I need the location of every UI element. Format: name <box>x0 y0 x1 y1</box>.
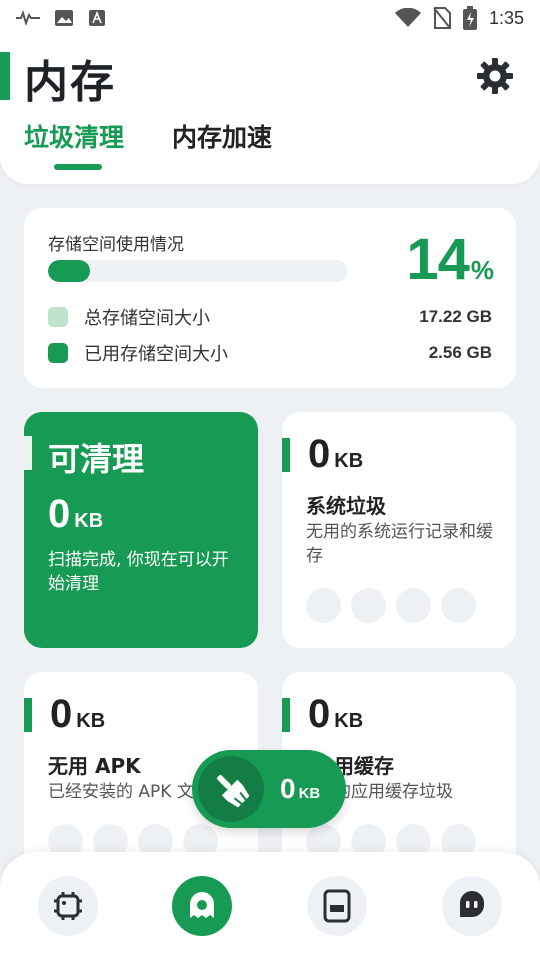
system-junk-description: 无用的系统运行记录和缓存 <box>306 522 493 566</box>
legend-used-label: 已用存储空间大小 <box>84 344 228 365</box>
font-icon <box>89 10 105 26</box>
battery-charging-icon <box>462 6 477 30</box>
clean-button-size-value: 0 <box>280 773 296 804</box>
header: 内存 垃圾清理 内存加速 <box>0 36 540 184</box>
legend-used-swatch <box>48 343 68 363</box>
legend-total-swatch <box>48 307 68 327</box>
nav-chip[interactable] <box>38 876 98 936</box>
nav-clean[interactable] <box>172 876 232 936</box>
legend-total-value: 17.22 GB <box>419 307 492 326</box>
title-accent-bar <box>0 52 10 100</box>
system-junk-size: 0 KB <box>308 432 363 477</box>
status-bar: 1:35 <box>0 0 540 36</box>
system-junk-title: 系统垃圾 <box>306 494 386 518</box>
tab-label: 垃圾清理 <box>24 123 125 152</box>
clean-button-size: 0 KB <box>280 773 320 805</box>
placeholder-circle <box>351 588 386 623</box>
cleanable-card[interactable]: 可清理 0 KB 扫描完成, 你现在可以开始清理 <box>24 412 258 648</box>
bottom-nav <box>0 852 540 960</box>
app-cache-size-unit: KB <box>334 710 364 732</box>
clean-button[interactable]: 0 KB <box>192 750 346 828</box>
image-icon <box>55 10 73 26</box>
nav-storage[interactable] <box>307 876 367 936</box>
broom-icon <box>216 774 250 808</box>
card-accent-bar <box>24 698 32 732</box>
storage-percent-symbol: % <box>470 255 494 285</box>
nav-chat[interactable] <box>442 876 502 936</box>
app-cache-description: 的应用缓存垃圾 <box>334 782 453 802</box>
gear-icon[interactable] <box>475 56 515 96</box>
ghost-icon <box>190 892 214 918</box>
clean-button-size-unit: KB <box>298 785 321 802</box>
storage-progress-fill <box>48 260 90 282</box>
legend-used-value: 2.56 GB <box>428 343 492 362</box>
app-cache-size: 0 KB <box>308 692 363 737</box>
cleanable-accent-bar <box>24 436 32 470</box>
card-accent-bar <box>282 698 290 732</box>
clock: 1:35 <box>488 7 524 28</box>
wifi-icon <box>394 8 421 27</box>
cleanable-description: 扫描完成, 你现在可以开始清理 <box>48 550 229 594</box>
app-cache-size-value: 0 <box>308 692 331 736</box>
tab-indicator <box>54 164 102 170</box>
storage-progress-bar <box>48 260 348 282</box>
clean-button-icon-wrap <box>198 756 264 822</box>
legend-total-label: 总存储空间大小 <box>84 308 210 329</box>
storage-icon <box>323 889 351 923</box>
storage-percent: 14% <box>406 226 494 293</box>
storage-percent-value: 14 <box>406 227 470 292</box>
system-junk-placeholders <box>306 588 476 623</box>
system-junk-card[interactable]: 0 KB 系统垃圾 无用的系统运行记录和缓存 <box>282 412 516 648</box>
useless-apk-size-value: 0 <box>50 692 73 736</box>
system-junk-size-unit: KB <box>334 450 364 472</box>
placeholder-circle <box>396 588 431 623</box>
placeholder-circle <box>306 588 341 623</box>
tab-junk-clean[interactable]: 垃圾清理 <box>24 118 125 170</box>
placeholder-circle <box>441 588 476 623</box>
tab-memory-boost[interactable]: 内存加速 <box>172 118 272 154</box>
useless-apk-title: 无用 APK <box>48 754 141 778</box>
cleanable-size: 0 KB <box>48 492 103 537</box>
useless-apk-size: 0 KB <box>50 692 105 737</box>
storage-usage-card: 存储空间使用情况 14% 总存储空间大小 17.22 GB 已用存储空间大小 2… <box>24 208 516 388</box>
legend-total: 总存储空间大小 17.22 GB <box>48 304 492 330</box>
pulse-icon <box>16 10 40 26</box>
card-accent-bar <box>282 438 290 472</box>
cleanable-size-unit: KB <box>74 510 104 532</box>
tab-bar: 垃圾清理 内存加速 <box>24 118 272 170</box>
no-sim-icon <box>433 7 451 29</box>
system-junk-size-value: 0 <box>308 432 331 476</box>
useless-apk-size-unit: KB <box>76 710 106 732</box>
chat-icon <box>460 891 484 917</box>
cleanable-title: 可清理 <box>48 440 145 478</box>
tab-label: 内存加速 <box>172 123 273 152</box>
cleanable-size-value: 0 <box>48 492 71 536</box>
page-title: 内存 <box>24 57 116 108</box>
storage-usage-label: 存储空间使用情况 <box>48 235 184 255</box>
chip-icon <box>54 892 82 920</box>
legend-used: 已用存储空间大小 2.56 GB <box>48 340 492 366</box>
